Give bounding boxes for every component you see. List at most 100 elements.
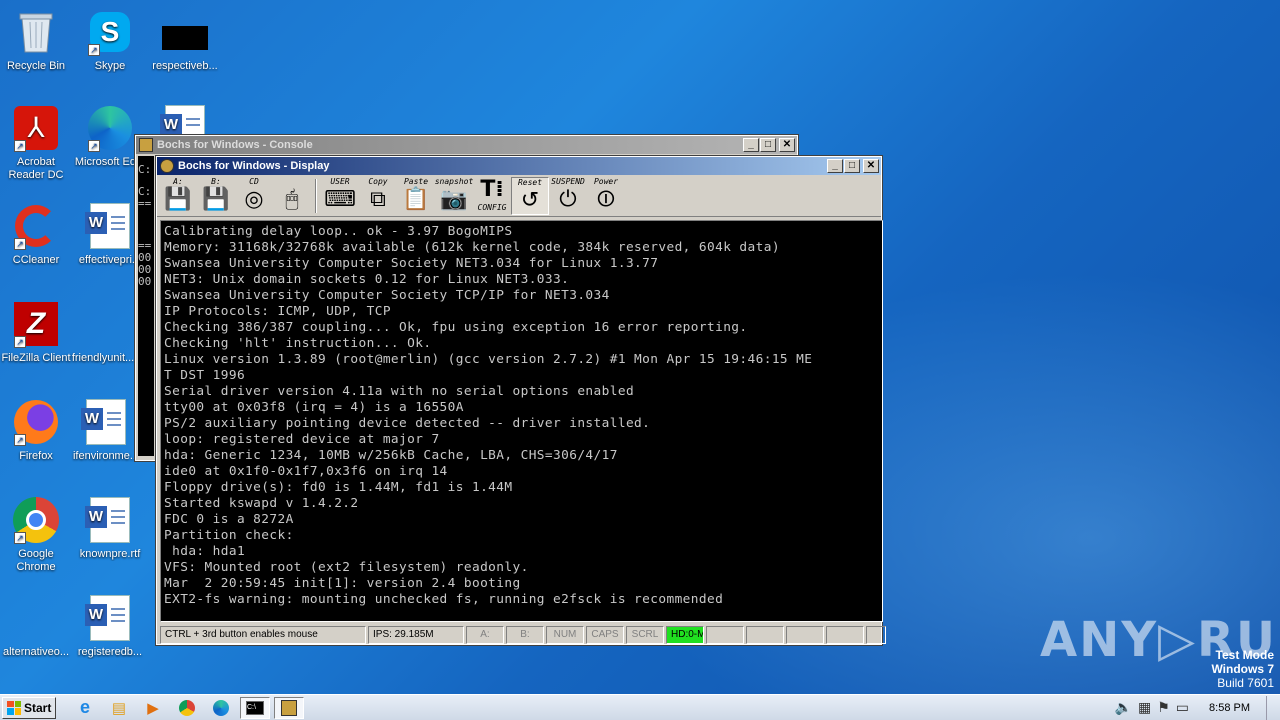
desktop-icon-label: FileZilla Client xyxy=(1,352,71,364)
internet-explorer-icon: e xyxy=(79,697,90,717)
network-icon[interactable]: ▦ xyxy=(1138,699,1151,716)
status-num-lock: NUM xyxy=(546,626,584,644)
desktop-icon-firefox[interactable]: ↗ Firefox xyxy=(0,398,72,463)
terminal-line: ide0 at 0x1f0-0x1f7,0x3f6 on irq 14 xyxy=(164,464,448,479)
shortcut-arrow-icon: ↗ xyxy=(14,532,26,544)
terminal-line: Calibrating delay loop.. ok - 3.97 BogoM… xyxy=(164,224,513,239)
power-icon: ⏼ xyxy=(597,186,615,212)
tool-caption: Reset xyxy=(517,177,543,187)
start-button[interactable]: Start xyxy=(2,696,56,719)
user-button[interactable]: USER ⌨ xyxy=(321,177,359,215)
power-button[interactable]: Power ⏼ xyxy=(587,177,625,215)
status-caps-lock: CAPS xyxy=(586,626,624,644)
console-titlebar[interactable]: Bochs for Windows - Console _ □ ✕ xyxy=(136,136,797,154)
tool-caption: B: xyxy=(211,176,221,186)
desktop-icon-chrome[interactable]: ↗ Google Chrome xyxy=(0,496,72,574)
floppy-b-button[interactable]: B: 💾 xyxy=(197,177,235,215)
status-empty-3 xyxy=(786,626,824,644)
emulator-screen[interactable]: Calibrating delay loop.. ok - 3.97 BogoM… xyxy=(160,220,883,622)
show-desktop-button[interactable] xyxy=(1266,695,1276,720)
desktop-icon-ifenvironme[interactable]: W ifenvironme... xyxy=(70,398,142,463)
desktop-icon-knownpre[interactable]: W knownpre.rtf xyxy=(74,496,146,561)
shortcut-arrow-icon: ↗ xyxy=(14,336,26,348)
config-button[interactable]: T⁞ CONFIG xyxy=(473,177,511,215)
desktop-icon-acrobat[interactable]: ⅄ ↗ Acrobat Reader DC xyxy=(0,104,72,182)
blank-file-icon xyxy=(79,300,127,348)
chrome-icon: ↗ xyxy=(12,496,60,544)
display-titlebar[interactable]: Bochs for Windows - Display _ □ ✕ xyxy=(157,157,881,175)
console-glyph: == xyxy=(138,197,152,210)
word-document-icon: W xyxy=(85,202,134,250)
maximize-button[interactable]: □ xyxy=(844,159,860,173)
bochs-toolbar: A: 💾 B: 💾 CD ◎ 🖱 USER ⌨ Copy ⧉ Paste 📋 s… xyxy=(157,175,881,217)
camera-icon: 📷 xyxy=(440,186,468,212)
copy-button[interactable]: Copy ⧉ xyxy=(359,177,397,215)
edge-icon: ↗ xyxy=(86,104,134,152)
terminal-line: Floppy drive(s): fd0 is 1.44M, fd1 is 1.… xyxy=(164,480,513,495)
taskbar-ie[interactable]: e xyxy=(70,697,100,719)
console-body: C: C: == == 00 00 00 xyxy=(138,156,154,456)
recycle-bin-icon xyxy=(12,8,60,56)
mouse-button[interactable]: 🖱 xyxy=(273,177,311,215)
desktop-icon-registeredb[interactable]: W registeredb... xyxy=(74,594,146,659)
desktop-icon-filezilla[interactable]: Z ↗ FileZilla Client xyxy=(0,300,72,365)
minimize-button[interactable]: _ xyxy=(827,159,843,173)
status-bar: CTRL + 3rd button enables mouse IPS: 29.… xyxy=(160,626,886,644)
display-window[interactable]: Bochs for Windows - Display _ □ ✕ A: 💾 B… xyxy=(155,155,886,646)
minimize-button[interactable]: _ xyxy=(743,138,759,152)
acrobat-icon: ⅄ ↗ xyxy=(12,104,60,152)
floppy-a-icon: 💾 xyxy=(164,186,192,212)
console-title: Bochs for Windows - Console xyxy=(157,139,313,151)
status-empty-4 xyxy=(826,626,864,644)
suspend-button[interactable]: SUSPEND ⏻ xyxy=(549,177,587,215)
taskbar-bochs[interactable] xyxy=(274,696,304,719)
word-document-icon: W xyxy=(85,594,134,642)
close-button[interactable]: ✕ xyxy=(863,159,879,173)
tool-caption: Copy xyxy=(368,176,388,186)
console-glyph: 00 xyxy=(138,275,152,288)
blank-file-icon xyxy=(12,594,60,642)
firefox-icon: ↗ xyxy=(12,398,60,446)
tool-caption: CONFIG xyxy=(477,202,507,212)
monitor-icon[interactable]: ▭ xyxy=(1176,699,1189,716)
shortcut-arrow-icon: ↗ xyxy=(14,238,26,250)
cdrom-button[interactable]: CD ◎ xyxy=(235,177,273,215)
desktop-icon-skype[interactable]: S ↗ Skype xyxy=(74,8,146,73)
shortcut-arrow-icon: ↗ xyxy=(14,434,26,446)
desktop-icon-respectiveb[interactable]: respectiveb... xyxy=(149,8,221,73)
bochs-icon xyxy=(139,138,153,152)
taskbar-media-player[interactable]: ▶ xyxy=(138,697,168,719)
floppy-a-button[interactable]: A: 💾 xyxy=(159,177,197,215)
taskbar-console[interactable]: C:\ xyxy=(240,696,270,719)
terminal-line: hda: Generic 1234, 10MB w/256kB Cache, L… xyxy=(164,448,618,463)
edge-icon xyxy=(213,699,229,716)
reset-button[interactable]: Reset ↺ xyxy=(511,176,549,215)
terminal-line: Checking 386/387 coupling... Ok, fpu usi… xyxy=(164,320,748,335)
status-hd-led: HD:0-M xyxy=(666,626,704,644)
status-empty-5 xyxy=(866,626,886,644)
taskbar-chrome[interactable] xyxy=(172,697,202,719)
snapshot-button[interactable]: snapshot 📷 xyxy=(435,177,474,215)
desktop-icon-label: Acrobat Reader DC xyxy=(8,156,64,181)
flag-icon[interactable]: ⚑ xyxy=(1157,699,1170,716)
shortcut-arrow-icon: ↗ xyxy=(88,44,100,56)
clock[interactable]: 8:58 PM xyxy=(1209,702,1250,714)
folder-icon: ▤ xyxy=(111,699,127,717)
terminal-line: IP Protocols: ICMP, UDP, TCP xyxy=(164,304,391,319)
tool-caption: Power xyxy=(593,176,619,186)
terminal-line: PS/2 auxiliary pointing device detected … xyxy=(164,416,651,431)
desktop-icon-recycle-bin[interactable]: Recycle Bin xyxy=(0,8,72,73)
desktop-icon-alternativeo[interactable]: alternativeo... xyxy=(0,594,72,659)
console-icon: C:\ xyxy=(246,700,264,715)
tool-caption: Paste xyxy=(403,176,429,186)
paste-button[interactable]: Paste 📋 xyxy=(397,177,435,215)
maximize-button[interactable]: □ xyxy=(760,138,776,152)
desktop-icon-ccleaner[interactable]: ↗ CCleaner xyxy=(0,202,72,267)
terminal-line: VFS: Mounted root (ext2 filesystem) read… xyxy=(164,560,529,575)
close-button[interactable]: ✕ xyxy=(779,138,795,152)
word-document-icon: W xyxy=(85,496,134,544)
taskbar-explorer[interactable]: ▤ xyxy=(104,697,134,719)
desktop-icon-friendlyunit[interactable]: friendlyunit... xyxy=(67,300,139,365)
taskbar-edge[interactable] xyxy=(206,697,236,719)
volume-icon[interactable]: 🔈 xyxy=(1115,699,1132,716)
